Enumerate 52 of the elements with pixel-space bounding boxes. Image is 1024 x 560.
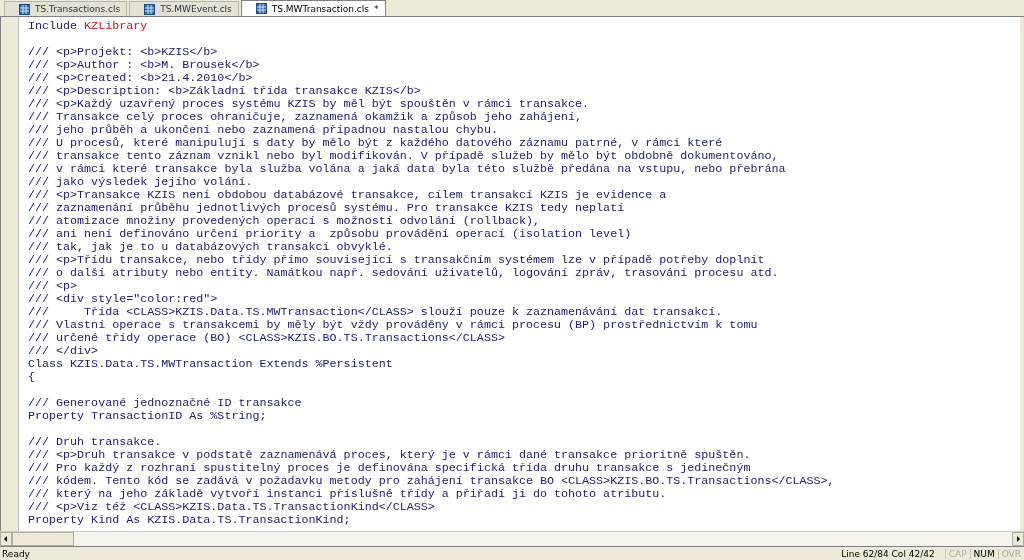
code-line: Include KZLibrary xyxy=(28,20,149,33)
code-line: /// <p>Každý uzavřený proces systému KZIS by měl být spouštěn v rámci transakce. xyxy=(28,98,591,111)
code-line: /// o další atributy nebo entity. Namátkou např. sedování uživatelů, logování zpráv, trasování procesu atd. xyxy=(28,267,780,280)
code-line: /// Transakce celý proces ohraničuje, zaznamená okamžik a způsob jeho zahájení, xyxy=(28,111,584,124)
code-line: /// transakce tento záznam vznikl nebo byl modifikován. V případě služeb by mělo být obdobně dokumentováno, xyxy=(28,150,780,163)
modified-mark: * xyxy=(374,3,379,14)
code-line: /// který na jeho základě vytvoří instanci příslušné třídy a přiřadí ji do tohoto atributu. xyxy=(28,488,668,501)
file-tab[interactable]: TS.Transactions.cls xyxy=(4,1,128,16)
code-line: /// jako výsledek jejího volání. xyxy=(28,176,254,189)
code-line: Property Kind As KZIS.Data.TS.TransactionKind; xyxy=(28,514,352,527)
class-file-icon xyxy=(19,3,30,15)
class-file-icon xyxy=(144,3,156,15)
code-line: /// <p>Transakce KZIS není obdobou databázové transakce, cílem transakcí KZIS je evidence a xyxy=(28,189,668,202)
code-line: /// určené třídy operace (BO) <CLASS>KZIS.BO.TS.Transactions</CLASS> xyxy=(28,332,506,345)
code-line: /// Generované jednoznačné ID transakce xyxy=(28,397,303,410)
code-line: /// Druh transakce. xyxy=(28,436,163,449)
code-line: /// tak, jak je to u databázových transakcí obvyklé. xyxy=(28,241,394,254)
key-indicator: CAP xyxy=(944,548,970,559)
code-line: /// Třída <CLASS>KZIS.Data.TS.MWTransaction</CLASS> slouží pouze k zaznamenávání dat transakcí. xyxy=(28,306,724,319)
code-line: Property TransactionID As %String; xyxy=(28,410,268,423)
code-line: /// atomizace množiny provedených operací s možností odvolání (rollback), xyxy=(28,215,541,228)
code-line: /// <p>Viz též <CLASS>KZIS.Data.TS.TransactionKind</CLASS> xyxy=(28,501,436,514)
status-message: Ready xyxy=(2,548,31,559)
code-line: /// Vlastní operace s transakcemi by měly být vždy prováděny v rámci procesu (BP) prostřednictvím k tomu xyxy=(28,319,759,332)
code-line: /// v rámci které transakce byla služba volána a jaká data byla této službě předána na vstupu, nebo přebrána xyxy=(28,163,787,176)
horizontal-scrollbar[interactable] xyxy=(0,531,1024,547)
code-line: /// <p>Druh transakce v podstatě zaznamenává proces, který je v rámci dané transakce prioritně spuštěn. xyxy=(28,449,752,462)
file-tab[interactable]: TS.MWEvent.cls xyxy=(129,1,239,16)
code-line: /// <p>Description: <b>Základní třída transakce KZIS</b> xyxy=(28,85,422,98)
code-line: /// </div> xyxy=(28,345,100,358)
code-line: /// <p>Created: <b>21.4.2010</b> xyxy=(28,72,254,85)
code-line: /// <p>Projekt: <b>KZIS</b> xyxy=(28,46,219,59)
code-line: /// jeho průběh a ukončení nebo zaznamená případnou nastalou chybu. xyxy=(28,124,499,137)
code-line: /// Pro každý z rozhraní spustitelný proces je definována specifická třída druhu transakce s jedinečným xyxy=(28,462,752,475)
code-line: /// <p>Třídu transakce, nebo třídy přímo související s transakčním systémem lze v případě potřeby doplnit xyxy=(28,254,766,267)
code-line: /// U procesů, které manipulují s daty by mělo být z každého datového záznamu patrné, v rámci které xyxy=(28,137,724,150)
code-line: /// ani není definováno určení priority a způsobu provádění operací (isolation level) xyxy=(28,228,633,241)
code-line: /// zaznamenání průběhu jednotlivých procesů systému. Pro transakce KZIS tedy neplatí xyxy=(28,202,626,215)
scroll-left-icon[interactable] xyxy=(0,532,12,546)
code-line: /// <p>Author : <b>M. Brousek</b> xyxy=(28,59,261,72)
cursor-position: Line 62/84 Col 42/42 xyxy=(841,548,936,559)
scroll-right-icon[interactable] xyxy=(1012,532,1024,546)
key-indicator: NUM xyxy=(969,548,998,559)
key-indicator: OVR xyxy=(997,548,1024,559)
scroll-thumb[interactable] xyxy=(12,532,74,546)
code-line: /// <div style="color:red"> xyxy=(28,293,219,306)
class-file-icon xyxy=(255,3,267,14)
code-line: { xyxy=(28,371,36,384)
file-tab[interactable]: TS.MWTransaction.cls * xyxy=(240,0,386,16)
code-line: /// <p> xyxy=(28,280,79,293)
code-line: /// kódem. Tento kód se zadává v požadavku metody pro zahájení transakce BO <CLASS>KZIS.BO.TS.Transactions</CLASS>, xyxy=(28,475,835,488)
code-line: Class KZIS.Data.TS.MWTransaction Extends %Persistent xyxy=(28,358,394,371)
